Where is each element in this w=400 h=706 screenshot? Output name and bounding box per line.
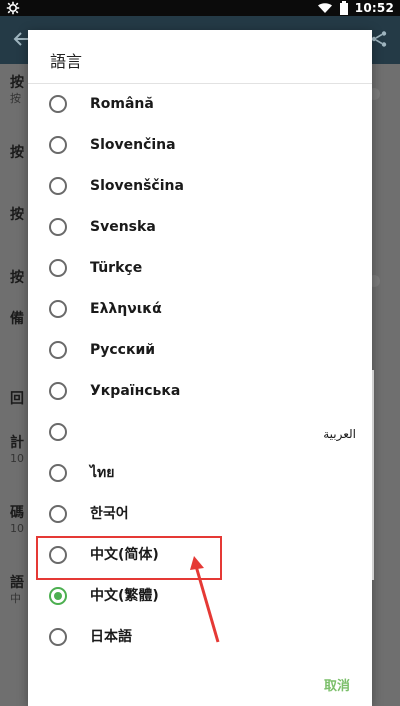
language-option-thai[interactable]: ไทย (28, 453, 372, 493)
language-option-ukrainian[interactable]: Українська (28, 371, 372, 411)
language-label: Română (90, 96, 154, 112)
language-label: Türkçe (90, 260, 143, 276)
language-label: ไทย (90, 465, 115, 481)
cancel-button[interactable]: 取消 (324, 675, 350, 694)
language-label: Slovenščina (90, 178, 184, 194)
status-icons: 10:52 (317, 0, 394, 16)
language-option-korean[interactable]: 한국어 (28, 494, 372, 534)
radio-button[interactable] (49, 464, 67, 482)
language-option-slovenscina[interactable]: Slovenščina (28, 166, 372, 206)
settings-icon (6, 1, 20, 15)
language-label: 中文(繁體) (90, 588, 159, 604)
language-label: Slovenčina (90, 137, 176, 153)
language-option-russian[interactable]: Русский (28, 330, 372, 370)
share-icon (371, 31, 387, 47)
radio-button[interactable] (49, 177, 67, 195)
status-time: 10:52 (354, 1, 394, 15)
language-option-turkce[interactable]: Türkçe (28, 248, 372, 288)
language-label: Українська (90, 383, 181, 399)
radio-button[interactable] (49, 505, 67, 523)
radio-button[interactable] (49, 300, 67, 318)
radio-button[interactable] (49, 259, 67, 277)
language-label: Ελληνικά (90, 301, 162, 317)
radio-button[interactable] (49, 136, 67, 154)
radio-button[interactable] (49, 382, 67, 400)
radio-button[interactable] (49, 218, 67, 236)
radio-button[interactable] (49, 628, 67, 646)
language-option-romana[interactable]: Română (28, 84, 372, 124)
scrollbar-thumb[interactable] (372, 370, 374, 580)
language-option-slovencina[interactable]: Slovenčina (28, 125, 372, 165)
status-bar: 10:52 (0, 0, 400, 16)
language-option-svenska[interactable]: Svenska (28, 207, 372, 247)
language-label: 한국어 (90, 506, 129, 522)
radio-button[interactable] (49, 95, 67, 113)
battery-icon (339, 1, 348, 15)
wifi-icon (317, 3, 332, 13)
radio-button-checked[interactable] (49, 587, 67, 605)
language-label: Русский (90, 342, 156, 358)
radio-button[interactable] (49, 341, 67, 359)
radio-button[interactable] (49, 423, 67, 441)
dialog-title: 語言 (50, 52, 83, 71)
language-label: العربية (323, 427, 356, 441)
annotation-arrow-icon (190, 556, 220, 643)
language-option-greek[interactable]: Ελληνικά (28, 289, 372, 329)
language-label: Svenska (90, 219, 156, 235)
language-label: 日本語 (90, 629, 132, 645)
language-option-arabic[interactable]: العربية (28, 412, 372, 452)
